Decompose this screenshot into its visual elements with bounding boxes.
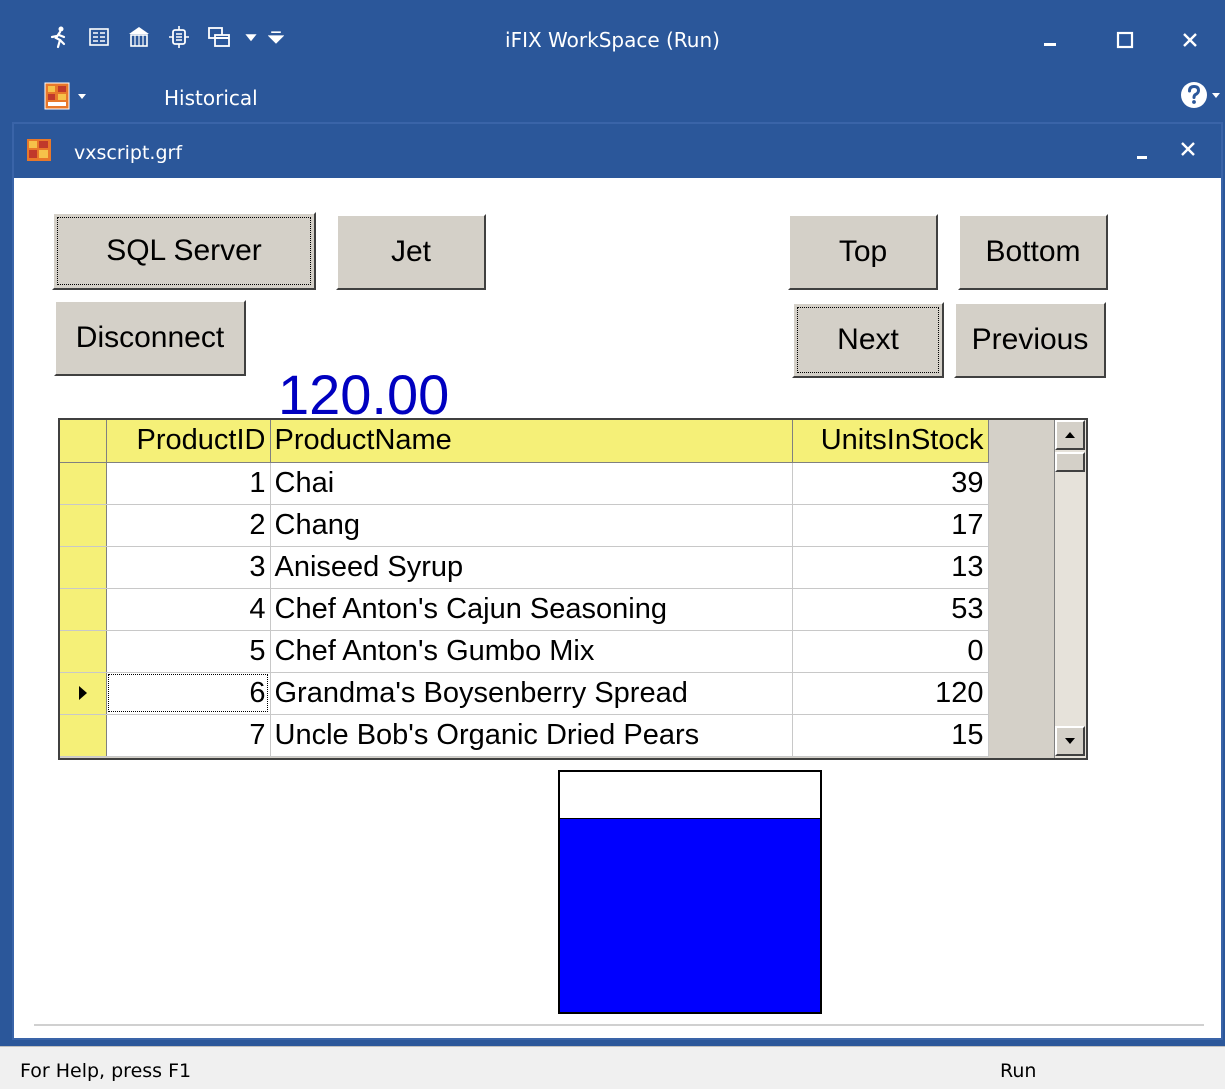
vertical-scrollbar[interactable] <box>1054 420 1086 758</box>
cell-productname[interactable]: Chef Anton's Gumbo Mix <box>270 630 793 673</box>
help-icon <box>1181 82 1207 108</box>
cell-productid[interactable]: 5 <box>106 630 271 673</box>
row-selector[interactable] <box>60 714 107 757</box>
column-header-unitsinstock[interactable]: UnitsInStock <box>792 420 989 463</box>
sql-server-button[interactable]: SQL Server <box>52 212 316 290</box>
grid-header-row: ProductID ProductName UnitsInStock <box>60 420 989 463</box>
row-selector[interactable] <box>60 672 107 715</box>
table-row[interactable]: 4 Chef Anton's Cajun Seasoning 53 <box>60 588 989 631</box>
row-selector[interactable] <box>60 504 107 547</box>
next-button[interactable]: Next <box>792 302 944 378</box>
column-header-productname[interactable]: ProductName <box>270 420 793 463</box>
disconnect-button[interactable]: Disconnect <box>54 300 246 376</box>
previous-button[interactable]: Previous <box>954 302 1106 378</box>
cell-productid[interactable]: 6 <box>106 672 271 715</box>
status-bar: For Help, press F1 Run <box>0 1046 1225 1089</box>
document-name: vxscript.grf <box>74 142 183 164</box>
document-window: vxscript.grf SQL Server Jet Top Bottom D… <box>12 122 1223 1040</box>
row-selector[interactable] <box>60 462 107 505</box>
document-close-button[interactable] <box>1173 134 1203 164</box>
picture-canvas: SQL Server Jet Top Bottom Disconnect 120… <box>14 178 1221 1038</box>
cell-productname[interactable]: Uncle Bob's Organic Dried Pears <box>270 714 793 757</box>
tank-level-indicator <box>558 770 822 1014</box>
cell-unitsinstock[interactable]: 53 <box>792 588 989 631</box>
cell-productid[interactable]: 2 <box>106 504 271 547</box>
cell-productname[interactable]: Chef Anton's Cajun Seasoning <box>270 588 793 631</box>
cell-productid[interactable]: 7 <box>106 714 271 757</box>
cell-productname[interactable]: Chang <box>270 504 793 547</box>
table-row[interactable]: 6 Grandma's Boysenberry Spread 120 <box>60 672 989 715</box>
row-selector[interactable] <box>60 630 107 673</box>
cell-productname[interactable]: Chai <box>270 462 793 505</box>
cell-productid[interactable]: 3 <box>106 546 271 589</box>
row-selector[interactable] <box>60 546 107 589</box>
title-bar: iFIX WorkSpace (Run) <box>0 0 1225 78</box>
table-row[interactable]: 1 Chai 39 <box>60 462 989 505</box>
dropdown-arrow-icon <box>78 94 86 99</box>
dropdown-arrow-icon <box>1212 93 1220 98</box>
help-button[interactable] <box>1179 80 1221 110</box>
maximize-button[interactable] <box>1105 22 1145 58</box>
row-selector-header[interactable] <box>60 420 107 463</box>
grid-table: ProductID ProductName UnitsInStock 1 Chai… <box>60 420 989 757</box>
table-row[interactable]: 2 Chang 17 <box>60 504 989 547</box>
table-row[interactable]: 5 Chef Anton's Gumbo Mix 0 <box>60 630 989 673</box>
application-menu-button[interactable] <box>44 82 88 110</box>
document-title-bar: vxscript.grf <box>14 124 1221 178</box>
jet-button[interactable]: Jet <box>336 214 486 290</box>
picture-file-icon <box>27 139 51 161</box>
divider <box>34 1024 1204 1026</box>
scroll-thumb[interactable] <box>1055 452 1085 472</box>
cell-unitsinstock[interactable]: 39 <box>792 462 989 505</box>
data-grid[interactable]: ProductID ProductName UnitsInStock 1 Chai… <box>58 418 1088 760</box>
app-menu-icon <box>44 82 70 110</box>
cell-productname[interactable]: Grandma's Boysenberry Spread <box>270 672 793 715</box>
document-minimize-button[interactable] <box>1127 136 1157 166</box>
arrow-down-icon <box>1065 738 1075 744</box>
tank-fill <box>560 817 820 1012</box>
status-mode: Run <box>1000 1060 1037 1082</box>
cell-unitsinstock[interactable]: 17 <box>792 504 989 547</box>
cell-productid[interactable]: 1 <box>106 462 271 505</box>
cell-productid[interactable]: 4 <box>106 588 271 631</box>
cell-unitsinstock[interactable]: 15 <box>792 714 989 757</box>
close-button[interactable] <box>1170 22 1210 58</box>
grid-body: 1 Chai 39 2 Chang 17 3 Aniseed Syrup 13 4 Chef Ant… <box>60 462 989 757</box>
top-button[interactable]: Top <box>788 214 938 290</box>
bottom-button[interactable]: Bottom <box>958 214 1108 290</box>
scroll-down-button[interactable] <box>1055 726 1085 756</box>
ribbon-row: Historical <box>0 78 1225 120</box>
cell-productname[interactable]: Aniseed Syrup <box>270 546 793 589</box>
scroll-up-button[interactable] <box>1055 420 1085 450</box>
table-row[interactable]: 7 Uncle Bob's Organic Dried Pears 15 <box>60 714 989 757</box>
current-row-icon <box>78 685 87 700</box>
status-help-text: For Help, press F1 <box>20 1060 192 1082</box>
arrow-up-icon <box>1065 432 1075 438</box>
table-row[interactable]: 3 Aniseed Syrup 13 <box>60 546 989 589</box>
cell-unitsinstock[interactable]: 120 <box>792 672 989 715</box>
cell-unitsinstock[interactable]: 13 <box>792 546 989 589</box>
tab-historical[interactable]: Historical <box>164 86 258 110</box>
cell-unitsinstock[interactable]: 0 <box>792 630 989 673</box>
row-selector[interactable] <box>60 588 107 631</box>
minimize-button[interactable] <box>1030 22 1070 58</box>
column-header-productid[interactable]: ProductID <box>106 420 271 463</box>
